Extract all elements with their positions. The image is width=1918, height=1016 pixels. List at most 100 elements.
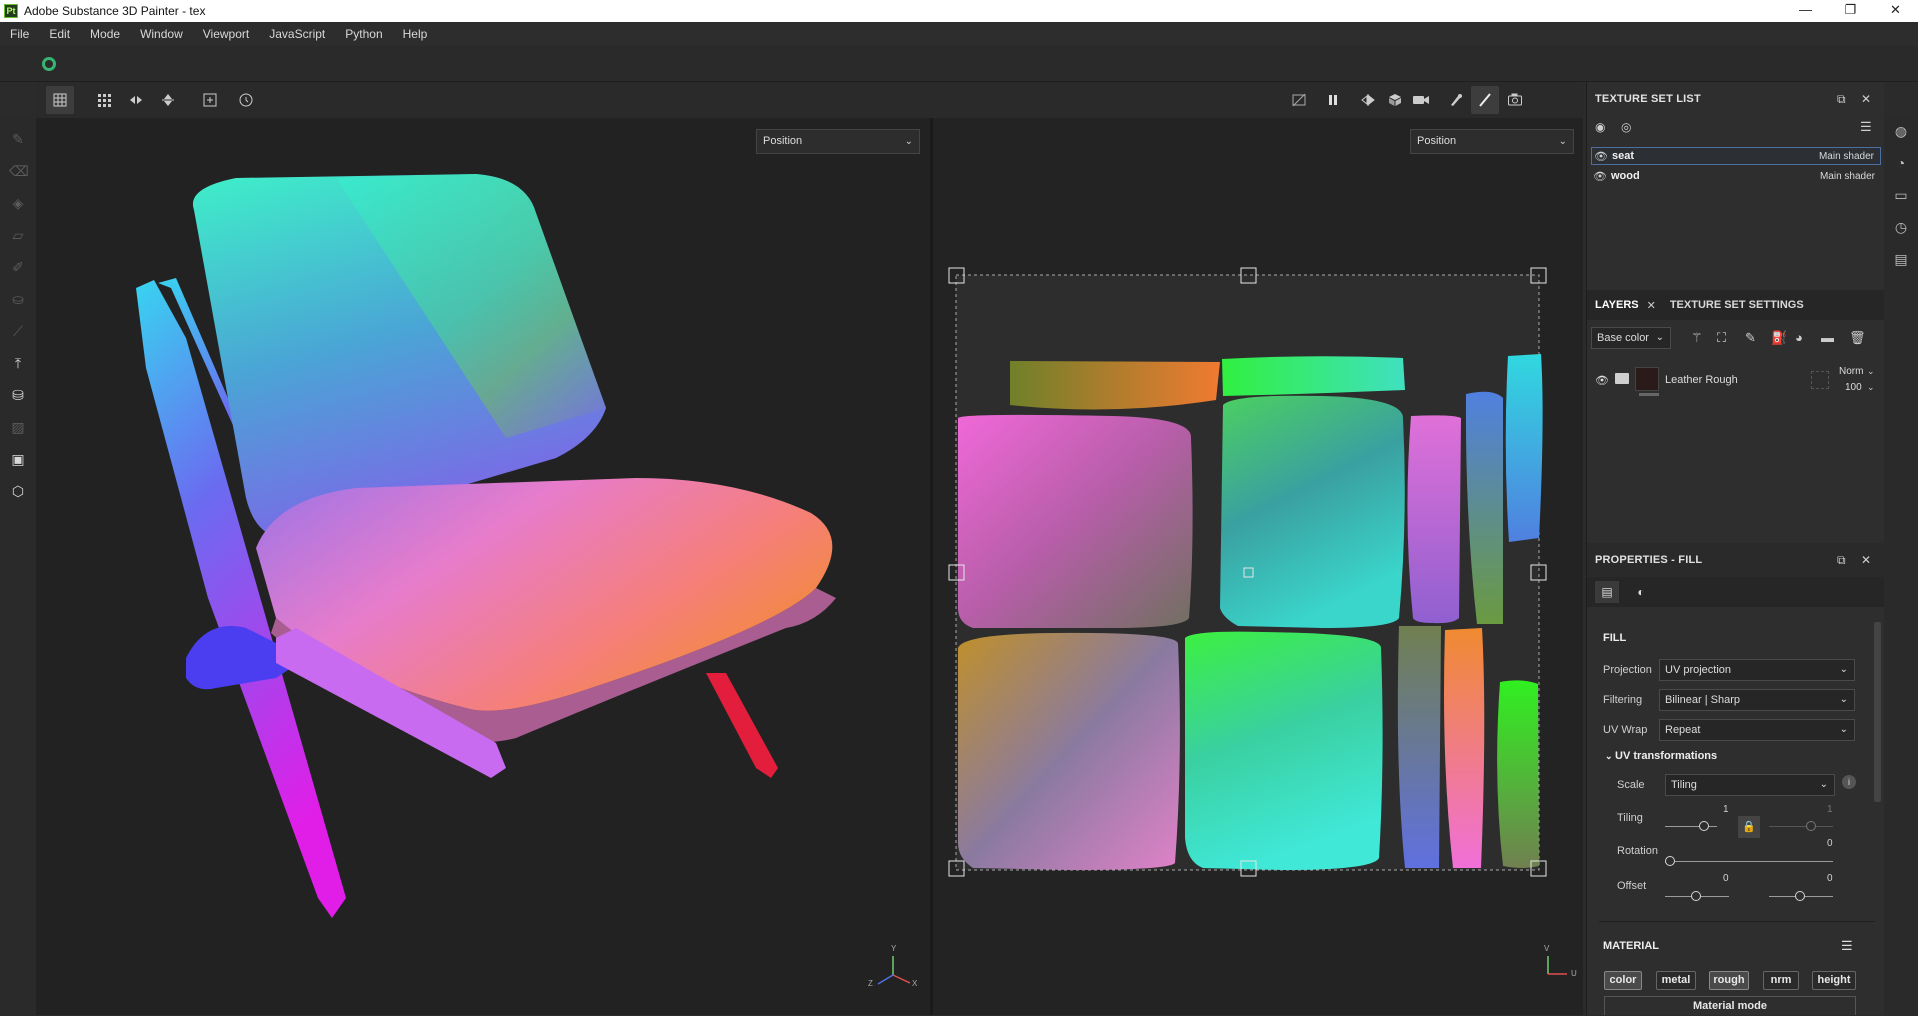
info-icon[interactable]: i [1842,775,1856,789]
history-icon[interactable] [232,86,260,114]
projection-icon[interactable]: ◈ [9,194,27,212]
texture-set-shader[interactable]: Main shader [1820,171,1875,182]
rotation-value[interactable]: 0 [1827,838,1833,849]
cube-icon[interactable] [1381,86,1409,114]
eraser-icon[interactable]: ⌫ [9,162,29,180]
viewport-3d[interactable]: Position ⌄ Y X Z [36,118,930,1015]
add-smart-material-icon[interactable]: ◕ [1795,330,1803,345]
menu-file[interactable]: File [0,27,39,41]
close-panel-icon[interactable]: ✕ [1861,92,1871,106]
symmetry-icon[interactable] [1354,86,1382,114]
texture-set-item[interactable]: 👁 seat Main shader [1591,147,1881,165]
float-panel-icon[interactable]: ⧉ [1837,92,1846,107]
material-color-button[interactable]: color [1604,971,1642,990]
menu-mode[interactable]: Mode [80,27,130,41]
minimize-button[interactable]: — [1783,0,1828,22]
grid-select-icon[interactable] [46,86,74,114]
tab-texture-set-settings[interactable]: TEXTURE SET SETTINGS [1662,299,1812,311]
menu-python[interactable]: Python [335,27,392,41]
shelf-icon[interactable]: ◍ [1892,122,1910,140]
paint-mode-icon[interactable] [1471,86,1499,114]
uv-transformations-header[interactable]: ⌄ UV transformations [1605,750,1717,762]
offset-v-knob[interactable] [1795,891,1805,901]
screenshot-icon[interactable] [1501,86,1529,114]
add-effect-icon[interactable]: ⚚ [1691,330,1703,346]
offset-v-value[interactable]: 0 [1827,873,1833,884]
menu-viewport[interactable]: Viewport [193,27,259,41]
hide-uv-icon[interactable] [1285,86,1313,114]
dots-grid-icon[interactable] [90,86,118,114]
offset-u-value[interactable]: 0 [1723,873,1729,884]
sync-icon[interactable] [42,57,56,71]
visibility-all-icon[interactable]: ◉ [1595,120,1605,134]
environment-icon[interactable]: ◔ [1892,154,1910,172]
float-panel-icon[interactable]: ⧉ [1837,553,1846,568]
delete-layer-icon[interactable]: 🗑 [1849,330,1866,346]
material-rough-button[interactable]: rough [1709,971,1749,990]
material-height-button[interactable]: height [1812,971,1856,990]
properties-material-tab-icon[interactable]: ◐ [1629,581,1653,603]
add-frame-icon[interactable] [196,86,224,114]
layer-opacity[interactable]: 100 [1845,382,1862,393]
log-icon[interactable]: ▤ [1892,250,1910,268]
menu-window[interactable]: Window [130,27,193,41]
brush-tools-icon[interactable] [1442,86,1470,114]
material-metal-button[interactable]: metal [1656,971,1696,990]
menu-edit[interactable]: Edit [39,27,80,41]
projection-select[interactable]: UV projection ⌄ [1659,659,1855,681]
layer-blend-mode[interactable]: Norm [1839,366,1863,377]
material-mode-header[interactable]: Material mode [1604,996,1856,1015]
rotation-knob[interactable] [1665,856,1675,866]
pause-icon[interactable] [1319,86,1347,114]
layer-row[interactable]: 👁 Leather Rough Norm ⌄ 100 ⌄ [1587,362,1885,406]
assets-icon[interactable]: ▭ [1892,186,1910,204]
menu-icon[interactable]: ☰ [1860,119,1872,135]
visibility-eye-icon[interactable]: 👁 [1592,150,1610,163]
tiling-u-slider[interactable] [1665,826,1717,827]
mirror-y-icon[interactable] [154,86,182,114]
properties-scrollbar[interactable] [1874,622,1881,802]
smudge-icon[interactable]: ✐ [9,258,27,276]
eye-icon[interactable]: ◎ [1621,120,1631,134]
texture-set-shader[interactable]: Main shader [1819,151,1874,162]
layer-visibility-eye-icon[interactable]: 👁 [1595,374,1609,387]
material-nrm-button[interactable]: nrm [1763,971,1799,990]
add-mask-icon[interactable]: ⛶ [1717,330,1726,346]
add-fill-layer-icon[interactable]: ⛽ [1771,330,1787,346]
tab-layers[interactable]: LAYERS [1587,299,1647,311]
offset-u-knob[interactable] [1691,891,1701,901]
texture-set-item[interactable]: 👁 wood Main shader [1591,167,1881,185]
scale-select[interactable]: Tiling ⌄ [1665,774,1835,796]
add-folder-icon[interactable]: ▬ [1821,330,1834,345]
history-panel-icon[interactable]: ◷ [1892,218,1910,236]
color-picker-icon[interactable]: ⟋ [9,322,27,340]
close-panel-icon[interactable]: ✕ [1861,553,1871,567]
material-picker-icon[interactable]: ⛁ [9,386,27,404]
clone-stamp-icon[interactable]: ⛀ [9,290,27,308]
bake-icon[interactable]: ⤒ [9,354,27,372]
material-menu-icon[interactable]: ☰ [1841,938,1853,954]
geometry-mask-icon[interactable]: ▨ [9,418,27,436]
uv-tools-icon[interactable]: ⬡ [9,482,27,500]
rotation-slider[interactable] [1665,861,1833,862]
tiling-u-knob[interactable] [1699,821,1709,831]
uvwrap-select[interactable]: Repeat ⌄ [1659,719,1855,741]
menu-help[interactable]: Help [393,27,438,41]
close-window-button[interactable]: ✕ [1873,0,1918,22]
channel-select[interactable]: Base color ⌄ [1591,327,1671,349]
properties-fill-tab-icon[interactable]: ▤ [1595,581,1619,603]
polygon-fill-icon[interactable]: ▱ [9,226,27,244]
filtering-select[interactable]: Bilinear | Sharp ⌄ [1659,689,1855,711]
measure-icon[interactable]: ▣ [9,450,27,468]
camera-icon[interactable] [1407,86,1435,114]
add-paint-layer-icon[interactable]: ✎ [1745,330,1756,346]
maximize-button[interactable]: ❐ [1828,0,1873,22]
visibility-eye-icon[interactable]: 👁 [1591,170,1609,183]
close-tab-icon[interactable]: ✕ [1647,299,1656,312]
viewport-2d[interactable]: Position ⌄ V U [933,118,1583,1015]
tiling-u-value[interactable]: 1 [1723,804,1729,815]
layer-mask-slot[interactable] [1811,371,1829,389]
menu-javascript[interactable]: JavaScript [259,27,335,41]
paint-brush-icon[interactable]: ✎ [9,130,27,148]
mirror-x-icon[interactable] [122,86,150,114]
